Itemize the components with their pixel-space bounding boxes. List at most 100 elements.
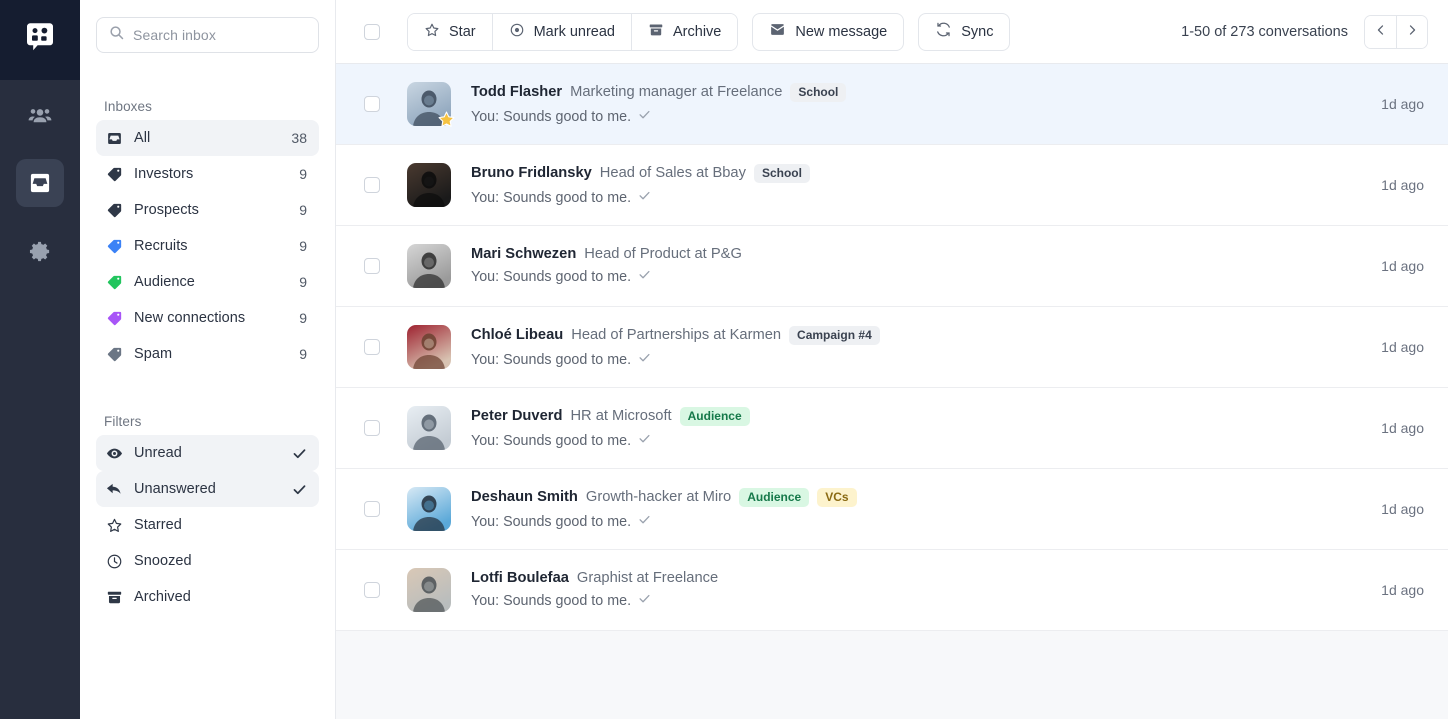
conversation-body: Bruno Fridlansky Head of Sales at Bbay Sch… (471, 163, 1365, 207)
sidebar-item-recruits[interactable]: Recruits 9 (96, 228, 319, 264)
row-checkbox-wrap (364, 582, 380, 598)
contact-name: Mari Schwezen (471, 246, 577, 262)
filter-item-label: Snoozed (134, 553, 192, 569)
row-checkbox[interactable] (364, 582, 380, 598)
action-button-group: Star Mark unread Archive (407, 12, 739, 51)
filter-item-snoozed[interactable]: Snoozed (96, 543, 319, 579)
row-checkbox-wrap (364, 177, 380, 193)
app-root: Search inbox Inboxes All 38 Investors 9 (0, 0, 1448, 719)
sidebar-item-label: Recruits (134, 238, 188, 254)
message-snippet: You: Sounds good to me. (471, 269, 632, 285)
conversation-tag: School (753, 163, 810, 183)
conversation-row[interactable]: Lotfi Boulefaa Graphist at Freelance You: … (336, 550, 1448, 631)
inbox-icon (27, 170, 53, 196)
search-icon (109, 25, 124, 45)
conversation-preview: You: Sounds good to me. (471, 189, 1365, 207)
conversation-body: Peter Duverd HR at Microsoft Audience You: … (471, 406, 1365, 450)
conversation-tag: Audience (679, 406, 750, 426)
contact-title: Growth-hacker at Miro (585, 489, 732, 505)
chevron-right-icon (1406, 24, 1418, 39)
rail-item-settings[interactable] (16, 227, 64, 275)
row-checkbox[interactable] (364, 258, 380, 274)
contact-title: Graphist at Freelance (576, 570, 719, 586)
read-receipt-check-icon (638, 108, 651, 126)
sync-button[interactable]: Sync (918, 12, 1011, 51)
avatar (407, 568, 451, 612)
sidebar-item-prospects[interactable]: Prospects 9 (96, 192, 319, 228)
tag-icon (104, 310, 124, 327)
sidebar-item-count: 9 (299, 274, 307, 290)
row-checkbox-wrap (364, 339, 380, 355)
conversation-headline: Lotfi Boulefaa Graphist at Freelance (471, 570, 1365, 586)
sidebar-item-count: 38 (291, 130, 307, 146)
conversation-preview: You: Sounds good to me. (471, 432, 1365, 450)
archive-button[interactable]: Archive (631, 13, 738, 50)
gear-icon (29, 240, 52, 263)
sidebar-item-label: All (134, 130, 151, 146)
read-receipt-check-icon (638, 513, 651, 531)
row-checkbox[interactable] (364, 177, 380, 193)
app-logo-icon (23, 21, 57, 60)
archive-icon (648, 22, 664, 42)
rail-item-contacts[interactable] (16, 91, 64, 139)
inbox-icon (104, 130, 124, 147)
toolbar: Star Mark unread Archive New message Syn… (336, 0, 1448, 64)
people-icon (28, 103, 52, 127)
nav-rail (0, 0, 80, 719)
row-checkbox[interactable] (364, 96, 380, 112)
sidebar-item-label: Spam (134, 346, 173, 362)
sidebar-item-all[interactable]: All 38 (96, 120, 319, 156)
mark-unread-button[interactable]: Mark unread (491, 13, 631, 50)
contact-title: Marketing manager at Freelance (570, 84, 783, 100)
chevron-left-icon (1375, 24, 1387, 39)
prev-page-button[interactable] (1365, 15, 1396, 48)
conversation-row[interactable]: Mari Schwezen Head of Product at P&G You: … (336, 226, 1448, 307)
row-checkbox[interactable] (364, 501, 380, 517)
app-logo[interactable] (0, 0, 80, 80)
conversation-row[interactable]: Peter Duverd HR at Microsoft Audience You: … (336, 388, 1448, 469)
read-receipt-check-icon (638, 189, 651, 207)
contact-title: Head of Product at P&G (584, 246, 742, 262)
select-all-checkbox[interactable] (364, 23, 380, 40)
search-input[interactable]: Search inbox (96, 17, 319, 53)
conversation-row[interactable]: Bruno Fridlansky Head of Sales at Bbay Sch… (336, 145, 1448, 226)
star-button[interactable]: Star (408, 13, 492, 50)
filter-item-unread[interactable]: Unread (96, 435, 319, 471)
row-checkbox-wrap (364, 420, 380, 436)
conversation-timestamp: 1d ago (1381, 582, 1424, 598)
conversation-row[interactable]: Todd Flasher Marketing manager at Freelan… (336, 64, 1448, 145)
conversation-timestamp: 1d ago (1381, 420, 1424, 436)
filter-item-archived[interactable]: Archived (96, 579, 319, 615)
row-checkbox-wrap (364, 96, 380, 112)
filter-item-starred[interactable]: Starred (96, 507, 319, 543)
sidebar-item-investors[interactable]: Investors 9 (96, 156, 319, 192)
sidebar-item-new-connections[interactable]: New connections 9 (96, 300, 319, 336)
inboxes-list: All 38 Investors 9 Prospects 9 Recruits … (96, 120, 319, 372)
row-checkbox[interactable] (364, 339, 380, 355)
contact-name: Deshaun Smith (471, 489, 578, 505)
conversation-row[interactable]: Deshaun Smith Growth-hacker at Miro Audien… (336, 469, 1448, 550)
conversation-headline: Peter Duverd HR at Microsoft Audience (471, 406, 1365, 426)
new-message-button-label: New message (795, 23, 888, 40)
avatar-wrap (407, 163, 451, 207)
sidebar-item-audience[interactable]: Audience 9 (96, 264, 319, 300)
sidebar-item-spam[interactable]: Spam 9 (96, 336, 319, 372)
next-page-button[interactable] (1396, 15, 1427, 48)
rail-item-inbox[interactable] (16, 159, 64, 207)
conversation-headline: Todd Flasher Marketing manager at Freelan… (471, 82, 1365, 102)
row-checkbox[interactable] (364, 420, 380, 436)
message-snippet: You: Sounds good to me. (471, 593, 632, 609)
filter-item-unanswered[interactable]: Unanswered (96, 471, 319, 507)
conversation-preview: You: Sounds good to me. (471, 268, 1365, 286)
star-outline-icon (424, 22, 440, 42)
check-icon (291, 482, 307, 497)
read-receipt-check-icon (638, 268, 651, 286)
pagination-summary: 1-50 of 273 conversations (1181, 23, 1348, 40)
conversation-preview: You: Sounds good to me. (471, 592, 1365, 610)
conversation-preview: You: Sounds good to me. (471, 351, 1365, 369)
conversation-preview: You: Sounds good to me. (471, 108, 1365, 126)
new-message-button[interactable]: New message (752, 12, 905, 51)
conversation-row[interactable]: Chloé Libeau Head of Partnerships at Karm… (336, 307, 1448, 388)
conversation-timestamp: 1d ago (1381, 501, 1424, 517)
conversation-body: Todd Flasher Marketing manager at Freelan… (471, 82, 1365, 126)
